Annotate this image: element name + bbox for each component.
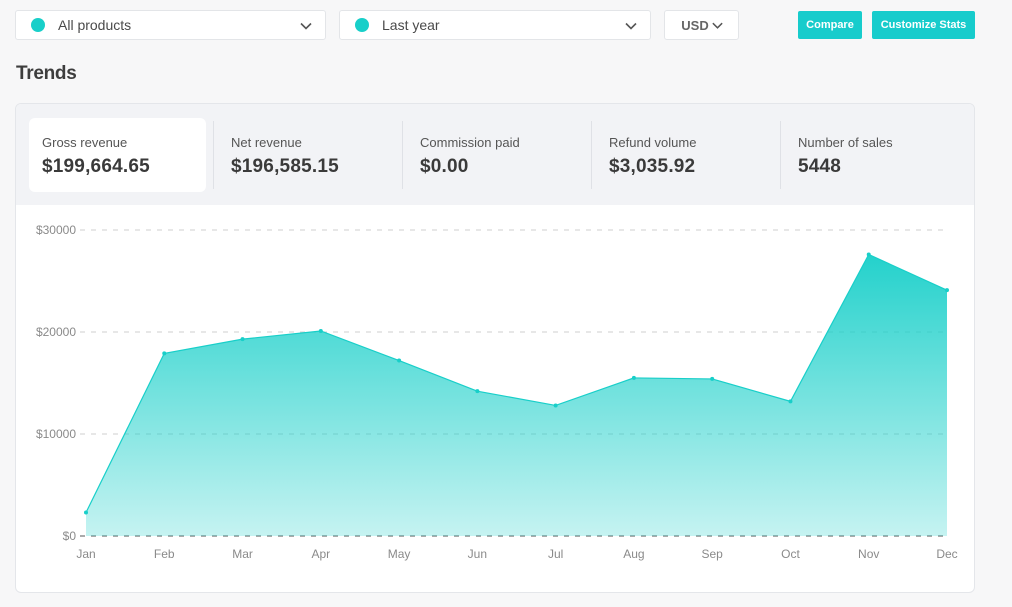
- y-tick-label: $20000: [36, 325, 76, 339]
- stat-divider: [591, 121, 592, 189]
- period-filter-label: Last year: [382, 17, 440, 33]
- period-filter-dropdown[interactable]: Last year: [339, 10, 651, 40]
- stat-label: Number of sales: [798, 135, 893, 150]
- chevron-down-icon: [300, 22, 312, 30]
- x-tick-label: Dec: [936, 547, 957, 561]
- currency-dropdown[interactable]: USD: [664, 10, 739, 40]
- y-tick-label: $30000: [36, 223, 76, 237]
- x-tick-label: Oct: [781, 547, 800, 561]
- x-tick-label: Aug: [623, 547, 644, 561]
- compare-button[interactable]: Compare: [798, 11, 862, 39]
- stat-label: Gross revenue: [42, 135, 128, 150]
- data-point[interactable]: [318, 328, 323, 333]
- x-tick-label: Nov: [858, 547, 879, 561]
- currency-label: USD: [681, 17, 709, 33]
- stat-label: Commission paid: [420, 135, 520, 150]
- y-tick-label: $10000: [36, 427, 76, 441]
- data-point[interactable]: [162, 351, 167, 356]
- section-title: Trends: [16, 63, 77, 84]
- area-layer: [84, 252, 949, 537]
- product-filter-dropdown[interactable]: All products: [15, 10, 326, 40]
- stat-value: $196,585.15: [231, 156, 339, 177]
- product-filter-dot-icon: [31, 18, 45, 32]
- x-tick-label: Jul: [548, 547, 563, 561]
- stat-divider: [402, 121, 403, 189]
- x-tick-label: May: [388, 547, 411, 561]
- data-point[interactable]: [710, 376, 715, 381]
- data-point[interactable]: [397, 358, 402, 363]
- stats-bar: Gross revenue $199,664.65 Net revenue $1…: [16, 104, 974, 205]
- stat-commission-paid[interactable]: Commission paid $0.00: [402, 118, 591, 192]
- data-point[interactable]: [84, 510, 88, 515]
- area-fill: [86, 254, 947, 537]
- stat-value: $0.00: [420, 156, 469, 177]
- trends-panel: Gross revenue $199,664.65 Net revenue $1…: [15, 103, 975, 593]
- stat-refund-volume[interactable]: Refund volume $3,035.92: [591, 118, 780, 192]
- y-tick-label: $0: [63, 529, 77, 543]
- data-point[interactable]: [866, 252, 871, 257]
- x-tick-label: Mar: [232, 547, 253, 561]
- stat-net-revenue[interactable]: Net revenue $196,585.15: [213, 118, 402, 192]
- chevron-down-icon: [712, 22, 723, 29]
- data-point[interactable]: [945, 288, 949, 293]
- stat-label: Refund volume: [609, 135, 697, 150]
- product-filter-label: All products: [58, 17, 132, 33]
- stat-number-of-sales[interactable]: Number of sales 5448: [780, 118, 970, 192]
- stat-value: 5448: [798, 156, 842, 177]
- stat-divider: [213, 121, 214, 189]
- data-point[interactable]: [788, 399, 793, 404]
- revenue-area-chart: $0 $10000 $20000 $30000 Jan Feb Mar Apr May Jun Ju…: [36, 223, 958, 561]
- x-tick-label: Feb: [154, 547, 175, 561]
- stat-value: $3,035.92: [609, 156, 696, 177]
- data-point[interactable]: [631, 375, 636, 380]
- x-tick-label: Jan: [76, 547, 95, 561]
- period-filter-dot-icon: [355, 18, 369, 32]
- customize-stats-button[interactable]: Customize Stats: [872, 11, 975, 39]
- data-point[interactable]: [553, 403, 558, 408]
- stat-divider: [780, 121, 781, 189]
- stat-gross-revenue[interactable]: Gross revenue $199,664.65: [29, 118, 206, 192]
- x-tick-label: Sep: [702, 547, 724, 561]
- data-point[interactable]: [475, 389, 480, 394]
- stat-value: $199,664.65: [42, 156, 150, 177]
- x-tick-label: Apr: [311, 547, 330, 561]
- data-point[interactable]: [240, 337, 245, 342]
- chevron-down-icon: [625, 22, 637, 30]
- x-tick-label: Jun: [468, 547, 487, 561]
- stat-label: Net revenue: [231, 135, 302, 150]
